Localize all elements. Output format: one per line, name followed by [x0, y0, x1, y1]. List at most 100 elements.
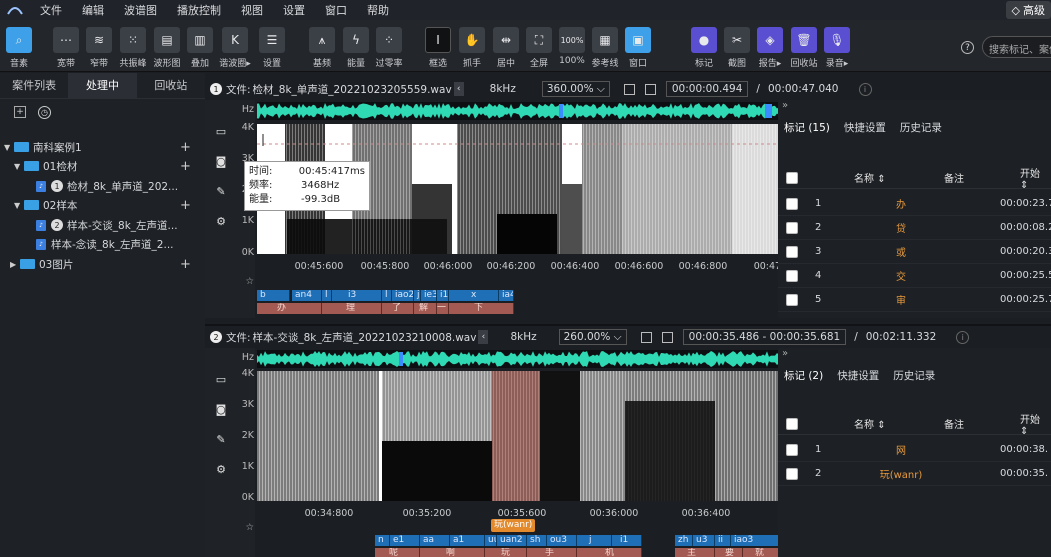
marker-row[interactable]: 3 或 00:00:20.3 — [778, 240, 1051, 264]
menu-settings[interactable]: 设置 — [273, 2, 315, 18]
sort-icon[interactable]: ⇕ — [1020, 426, 1028, 437]
tab-history[interactable]: 历史记录 — [900, 120, 942, 135]
box-select-button[interactable]: I 框选 — [421, 27, 455, 69]
phoneme[interactable]: an4 — [292, 290, 322, 301]
tree-file-2[interactable]: ♪ 2 样本-交谈_8k_左声道... — [0, 215, 205, 235]
menu-spectrogram[interactable]: 波谱图 — [114, 2, 167, 18]
marker-row[interactable]: 5 审 00:00:25.7 — [778, 288, 1051, 312]
time-selection[interactable]: 00:00:35.486 - 00:00:35.681 — [682, 329, 847, 345]
harmonic-button[interactable]: K 谐波圈▸ — [218, 27, 252, 69]
character[interactable]: 解 — [414, 303, 437, 314]
row-checkbox[interactable] — [786, 221, 798, 234]
select-all-checkbox[interactable] — [786, 417, 798, 430]
character[interactable]: 要 — [715, 548, 743, 557]
row-checkbox[interactable] — [786, 197, 798, 210]
add-icon[interactable]: + — [180, 257, 191, 272]
tree-node-03[interactable]: ▶ 03图片 + — [0, 254, 205, 274]
add-icon[interactable]: + — [180, 198, 191, 213]
tab-markers[interactable]: 标记 (15) — [784, 120, 830, 135]
energy-button[interactable]: ϟ 能量 — [339, 27, 373, 69]
phoneme[interactable]: i1 — [437, 290, 449, 301]
character[interactable]: 了 — [382, 303, 414, 314]
add-icon[interactable]: + — [180, 140, 191, 155]
time-current[interactable]: 00:00:00.494 — [665, 81, 749, 97]
phoneme-button[interactable]: ⌕ 音素 — [2, 27, 36, 69]
sort-icon[interactable]: ⇕ — [877, 420, 885, 431]
marker-row[interactable]: 4 交 00:00:25.5 — [778, 264, 1051, 288]
clock-icon[interactable]: ◷ — [38, 105, 51, 119]
gear-icon[interactable]: ⚙ — [214, 462, 228, 476]
star-icon[interactable]: ☆ — [233, 276, 257, 287]
save-icon[interactable]: ▭ — [214, 124, 228, 138]
report-button[interactable]: ◈ 报告▸ — [753, 27, 787, 69]
tab-processing[interactable]: 处理中 — [68, 73, 137, 98]
marker-row[interactable]: 1 网 00:00:38. — [778, 438, 1051, 462]
row-checkbox[interactable] — [786, 467, 798, 480]
character[interactable]: 下 — [449, 303, 514, 314]
waveform-button[interactable]: ▤ 波形图 — [150, 27, 184, 69]
marker-button[interactable]: ● 标记 — [687, 27, 721, 69]
copy-icon[interactable] — [640, 331, 652, 343]
row-checkbox[interactable] — [786, 443, 798, 456]
search-input[interactable]: 搜索标记、案件 — [982, 36, 1051, 58]
phoneme[interactable]: e1 — [390, 535, 420, 546]
zoom-100-button[interactable]: 100% 100% — [555, 27, 589, 66]
tab-markers[interactable]: 标记 (2) — [784, 368, 823, 383]
guideline-button[interactable]: ▦ 参考线 — [588, 27, 622, 69]
character[interactable]: 理 — [322, 303, 382, 314]
camera-icon[interactable]: ◙ — [214, 402, 228, 416]
recycle-bin-button[interactable]: 🗑 回收站 — [787, 27, 821, 69]
menu-file[interactable]: 文件 — [30, 2, 72, 18]
character[interactable]: 就 — [743, 548, 781, 557]
phoneme[interactable]: uan2 — [497, 535, 527, 546]
character[interactable]: 办 — [257, 303, 322, 314]
tab-history[interactable]: 历史记录 — [893, 368, 935, 383]
row-checkbox[interactable] — [786, 245, 798, 258]
marker-row[interactable]: 2 贷 00:00:08.2 — [778, 216, 1051, 240]
tree-file-1[interactable]: ♪ 1 检材_8k_单声道_202... — [0, 176, 205, 196]
window-button[interactable]: ▣ 窗口 — [621, 27, 655, 69]
character[interactable]: 机 — [577, 548, 642, 557]
character[interactable]: 主 — [675, 548, 715, 557]
phoneme[interactable]: ou3 — [547, 535, 577, 546]
character-lane[interactable]: 办 理 了 解 一 下 — [257, 303, 517, 314]
tree-file-3[interactable]: ♪ 样本-念读_8k_左声道_2... — [0, 234, 205, 254]
wideband-button[interactable]: ⋯ 宽带 — [49, 27, 83, 69]
center-button[interactable]: ⇹ 居中 — [489, 27, 523, 69]
phoneme[interactable]: l — [322, 290, 332, 301]
premium-button[interactable]: ◇ 高级 — [1005, 1, 1051, 19]
phoneme[interactable]: ia4 — [499, 290, 514, 301]
record-button[interactable]: 🎙 录音▸ — [820, 27, 854, 69]
row-checkbox[interactable] — [786, 269, 798, 282]
tab-case-list[interactable]: 案件列表 — [0, 73, 68, 98]
marker-row[interactable]: 2 玩(wanr) 00:00:35. — [778, 462, 1051, 486]
copy-icon[interactable] — [623, 83, 635, 95]
phoneme[interactable]: ii — [715, 535, 731, 546]
tree-node-02[interactable]: ▼ 02样本 + — [0, 195, 205, 215]
phoneme[interactable]: sh — [527, 535, 547, 546]
help-icon[interactable]: ? — [961, 41, 974, 54]
phoneme[interactable]: n — [375, 535, 390, 546]
collapse-right-icon[interactable]: » — [782, 348, 788, 359]
phoneme[interactable]: j — [414, 290, 421, 301]
chevron-left-icon[interactable]: ‹ — [453, 82, 464, 96]
zero-cross-button[interactable]: ⁘ 过零率 — [372, 27, 406, 69]
collapse-right-icon[interactable]: » — [782, 100, 788, 111]
phoneme[interactable]: i1 — [612, 535, 642, 546]
phoneme[interactable]: a1 — [450, 535, 485, 546]
formant-button[interactable]: ⁙ 共振峰 — [116, 27, 150, 69]
overlay-button[interactable]: ▥ 叠加 — [183, 27, 217, 69]
gear-icon[interactable]: ⚙ — [214, 214, 228, 228]
edit-icon[interactable]: ✎ — [214, 184, 228, 198]
phoneme[interactable]: ie3 — [421, 290, 437, 301]
zoom-select[interactable]: 360.00% ⌵ — [541, 81, 610, 97]
info-icon[interactable]: i — [858, 82, 872, 96]
row-checkbox[interactable] — [786, 293, 798, 306]
menu-playback[interactable]: 播放控制 — [167, 2, 231, 18]
menu-help[interactable]: 帮助 — [357, 2, 399, 18]
clipboard-icon[interactable] — [644, 83, 656, 95]
save-icon[interactable]: ▭ — [214, 372, 228, 386]
menu-window[interactable]: 窗口 — [315, 2, 357, 18]
screenshot-button[interactable]: ✂ 截图 — [720, 27, 754, 69]
sort-icon[interactable]: ⇕ — [877, 174, 885, 185]
